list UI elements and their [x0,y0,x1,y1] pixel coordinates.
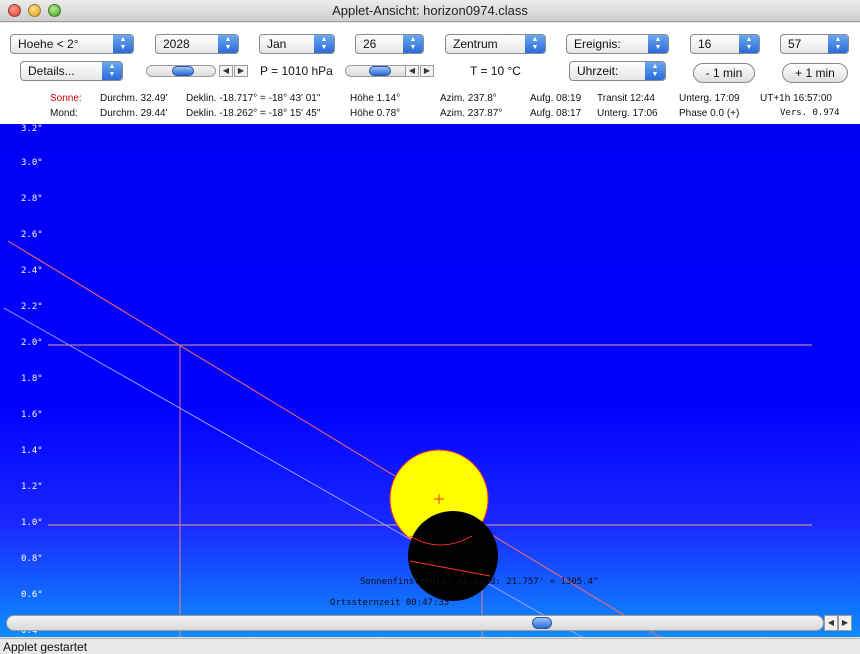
control-panel: Hoehe < 2° ▲ ▼ 2028 ▲ ▼ Jan ▲ ▼ 26 ▲ ▼ Zentr… [0,23,860,124]
sun-azimuth: Azim. 237.8° [440,93,497,104]
y-tick-label: 0.8° [21,554,43,564]
sidereal-time-text: Ortssternzeit 00:47:35 [330,598,450,608]
horizontal-scrollbar[interactable]: ◀ ▶ [6,615,854,631]
arrow-left-icon[interactable]: ◀ [219,65,233,77]
arrow-left-icon[interactable]: ◀ [405,65,419,77]
version-label: Vers. 0.974 [780,108,840,118]
y-tick-label: 1.4° [21,446,43,456]
moon-rise: Aufg. 08:17 [530,108,582,119]
sun-row-label: Sonne: [50,93,82,104]
altitude-select-value: Hoehe < 2° [18,37,79,51]
scroll-left-icon[interactable]: ◀ [824,615,838,631]
select-arrows-icon: ▲ ▼ [739,35,759,53]
day-select-value: 26 [363,37,377,51]
horizontal-scrollbar-knob[interactable] [532,617,552,629]
window-titlebar: Applet-Ansicht: horizon0974.class [0,0,860,22]
status-bar: Applet gestartet [0,638,860,654]
select-arrows-icon: ▲ ▼ [645,62,665,80]
altitude-select[interactable]: Hoehe < 2° ▲ ▼ [10,34,134,54]
current-time: UT+1h 16:57:00 [760,93,832,104]
arrow-right-icon[interactable]: ▶ [234,65,248,77]
select-arrows-icon: ▲ ▼ [314,35,334,53]
moon-azimuth: Azim. 237.87° [440,108,503,119]
y-tick-label: 1.0° [21,518,43,528]
minute-select-value: 57 [788,37,802,51]
moon-altitude: Höhe 0.78° [350,108,401,119]
pressure-slider[interactable]: ◀ ▶ [146,64,250,78]
sun-declination: Deklin. -18.717° = -18° 43' 01" [186,93,321,104]
horizontal-scrollbar-track[interactable] [6,615,824,631]
plus-one-minute-button[interactable]: + 1 min [782,63,848,83]
y-tick-label: 1.6° [21,410,43,420]
y-tick-label: 3.2° [21,124,43,134]
event-select-value: Ereignis: [574,37,621,51]
pressure-slider-knob[interactable] [172,66,194,76]
temperature-slider[interactable]: ◀ ▶ [345,64,435,78]
temperature-slider-knob[interactable] [369,66,391,76]
time-select[interactable]: Uhrzeit: ▲ ▼ [569,61,666,81]
moon-diameter: Durchm. 29.44' [100,108,168,119]
month-select[interactable]: Jan ▲ ▼ [259,34,335,54]
details-select-value: Details... [28,64,75,78]
time-select-value: Uhrzeit: [577,64,619,78]
hour-select[interactable]: 16 ▲ ▼ [690,34,760,54]
select-arrows-icon: ▲ ▼ [403,35,423,53]
y-tick-label: 2.4° [21,266,43,276]
day-select[interactable]: 26 ▲ ▼ [355,34,424,54]
y-tick-label: 1.8° [21,374,43,384]
y-tick-label: 2.6° [21,230,43,240]
event-select[interactable]: Ereignis: ▲ ▼ [566,34,669,54]
hour-select-value: 16 [698,37,712,51]
year-select-value: 2028 [163,37,190,51]
sun-transit: Transit 12:44 [597,93,655,104]
window-title: Applet-Ansicht: horizon0974.class [332,3,528,18]
select-arrows-icon: ▲ ▼ [102,62,122,80]
location-select-value: Zentrum [453,37,498,51]
eclipse-info-text: Sonnenfinsternis: Abstand: 21.757' = 130… [360,577,599,587]
y-tick-label: 2.2° [21,302,43,312]
moon-declination: Deklin. -18.262° = -18° 15' 45" [186,108,321,119]
select-arrows-icon: ▲ ▼ [648,35,668,53]
horizon-plot-svg [3,240,812,637]
sun-diameter: Durchm. 32.49' [100,93,168,104]
horizon-plot: 3.2° 3.0° 2.8° 2.6° 2.4° 2.2° 2.0° 1.8° … [0,124,860,637]
y-tick-label: 0.6° [21,590,43,600]
y-tick-label: 2.0° [21,338,43,348]
select-arrows-icon: ▲ ▼ [218,35,238,53]
minute-select[interactable]: 57 ▲ ▼ [780,34,849,54]
sun-altitude: Höhe 1.14° [350,93,401,104]
select-arrows-icon: ▲ ▼ [828,35,848,53]
minus-one-minute-button[interactable]: - 1 min [693,63,755,83]
temperature-label: T = 10 °C [470,64,521,78]
select-arrows-icon: ▲ ▼ [113,35,133,53]
moon-set: Unterg. 17:06 [597,108,658,119]
year-select[interactable]: 2028 ▲ ▼ [155,34,239,54]
y-tick-label: 3.0° [21,158,43,168]
sun-rise: Aufg. 08:19 [530,93,582,104]
scroll-right-icon[interactable]: ▶ [838,615,852,631]
pressure-label: P = 1010 hPa [260,64,333,78]
y-tick-label: 2.8° [21,194,43,204]
month-select-value: Jan [267,37,287,51]
moon-phase: Phase 0.0 (+) [679,108,740,119]
moon-path-line [3,307,583,637]
y-tick-label: 1.2° [21,482,43,492]
moon-disk [408,511,498,601]
details-select[interactable]: Details... ▲ ▼ [20,61,123,81]
location-select[interactable]: Zentrum ▲ ▼ [445,34,546,54]
arrow-right-icon[interactable]: ▶ [420,65,434,77]
select-arrows-icon: ▲ ▼ [525,35,545,53]
sun-set: Unterg. 17:09 [679,93,740,104]
moon-row-label: Mond: [50,108,78,119]
